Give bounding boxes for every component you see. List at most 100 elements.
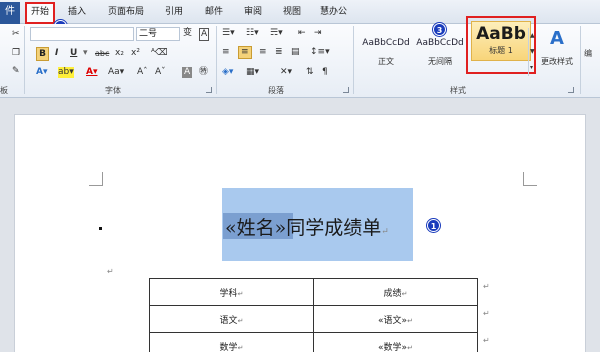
numbering-icon[interactable]: ☷▾ [246, 28, 259, 39]
subscript-button[interactable]: x₂ [115, 48, 124, 59]
grow-font-icon[interactable]: Aˆ [137, 67, 148, 78]
align-left-icon[interactable]: ≡ [222, 47, 230, 58]
underline-button[interactable]: U [70, 48, 77, 59]
show-marks-icon[interactable]: ¶ [322, 67, 328, 78]
style-heading-1[interactable]: AaBb 标题 1 [466, 16, 536, 74]
text-effect-icon[interactable]: A▾ [36, 67, 47, 78]
underline-dropdown-icon[interactable]: ▾ [83, 48, 88, 59]
sort-icon[interactable]: ⇅ [306, 67, 314, 78]
step-badge-3: 3 [433, 23, 446, 36]
table-cell[interactable]: 学科↵ [149, 278, 314, 306]
document-area: «姓名»同学成绩单↵ 1 ↵ 学科↵ 成绩↵ 语文↵ «语文»↵ 数学↵ «数学… [0, 98, 600, 352]
highlight-color-icon[interactable]: ab▾ [58, 67, 74, 78]
shading-icon[interactable]: ◈▾ [222, 67, 233, 78]
styles-group-label: 样式 [450, 86, 466, 95]
tab-huibangong[interactable]: 慧办公 [320, 4, 347, 22]
font-size-dropdown[interactable]: 二号 [136, 27, 180, 41]
crop-mark-left [89, 172, 103, 186]
gallery-down-icon[interactable]: ▼ [530, 46, 535, 57]
tab-mailings[interactable]: 邮件 [205, 4, 223, 22]
table-cell[interactable]: 语文↵ [149, 305, 314, 333]
strikethrough-button[interactable]: abc [95, 48, 109, 59]
group-separator [353, 26, 354, 94]
char-shading-icon[interactable]: A [182, 67, 193, 78]
line-spacing-icon[interactable]: ↕≡▾ [310, 47, 330, 58]
crop-mark-right [523, 172, 537, 186]
clipboard-group-label: 板 [0, 86, 8, 95]
font-size-value: 二号 [139, 29, 158, 39]
tab-page-layout[interactable]: 页面布局 [108, 4, 144, 22]
change-styles-label: 更改样式 [541, 57, 573, 66]
tab-view[interactable]: 视图 [283, 4, 301, 22]
italic-button[interactable]: I [55, 48, 58, 59]
style-heading-1-sample: AaBb [476, 24, 526, 44]
document-page[interactable]: «姓名»同学成绩单↵ 1 ↵ 学科↵ 成绩↵ 语文↵ «语文»↵ 数学↵ «数学… [14, 114, 586, 352]
row-end-mark: ↵ [483, 336, 490, 345]
style-normal-name: 正文 [378, 57, 394, 66]
group-separator [24, 26, 25, 94]
gallery-more-icon[interactable]: ▾ [530, 62, 533, 73]
group-separator [216, 26, 217, 94]
font-dialog-launcher-icon[interactable] [206, 87, 212, 93]
change-styles-icon: A [550, 28, 564, 49]
distributed-icon[interactable]: ▤ [291, 47, 300, 58]
cut-icon[interactable]: ✂ [12, 29, 20, 40]
style-no-spacing-sample: AaBbCcDd [416, 38, 464, 48]
copy-icon[interactable]: ❐ [12, 48, 20, 59]
styles-dialog-launcher-icon[interactable] [568, 87, 574, 93]
paragraph-mark: ↵ [107, 267, 114, 276]
char-border-icon[interactable]: A [199, 28, 210, 41]
tab-file[interactable]: 件 [0, 2, 20, 24]
shrink-font-icon[interactable]: Aˇ [155, 67, 166, 78]
align-right-icon[interactable]: ≡ [259, 47, 267, 58]
phonetic-guide-icon[interactable]: 变 [183, 28, 192, 39]
style-normal-sample: AaBbCcDd [362, 38, 410, 48]
title-rest: 同学成绩单 [286, 217, 382, 239]
table-cell[interactable]: «语文»↵ [313, 305, 478, 333]
step-badge-1: 1 [427, 219, 440, 232]
edit-group-label[interactable]: 编 [584, 48, 592, 59]
document-title[interactable]: «姓名»同学成绩单↵ [225, 213, 389, 240]
decrease-indent-icon[interactable]: ⇤ [298, 28, 306, 39]
align-center-icon[interactable]: ≡ [238, 46, 252, 59]
style-normal[interactable]: AaBbCcDd 正文 [360, 28, 412, 76]
justify-icon[interactable]: ≣ [275, 47, 283, 58]
increase-indent-icon[interactable]: ⇥ [314, 28, 322, 39]
tab-review[interactable]: 审阅 [244, 4, 262, 22]
styles-gallery-scroll[interactable]: ▲ ▼ ▾ [528, 28, 536, 76]
change-styles-button[interactable]: A 更改样式 [540, 28, 574, 82]
format-painter-icon[interactable]: ✎ [12, 66, 20, 77]
change-case-icon[interactable]: Aa▾ [108, 67, 124, 78]
bold-button[interactable]: B [36, 47, 49, 61]
group-separator [580, 26, 581, 94]
paragraph-mark: ↵ [381, 227, 389, 237]
style-no-spacing-name: 无间隔 [428, 57, 452, 66]
borders-icon[interactable]: ▦▾ [246, 67, 259, 78]
grades-table: 学科↵ 成绩↵ 语文↵ «语文»↵ 数学↵ «数学»↵ [149, 278, 478, 352]
clear-format-icon[interactable]: ᴬ⌫ [151, 48, 168, 59]
chinese-layout-icon[interactable]: ✕▾ [280, 67, 292, 78]
paragraph-dialog-launcher-icon[interactable] [343, 87, 349, 93]
table-row: 语文↵ «语文»↵ [149, 305, 478, 333]
table-cell[interactable]: «数学»↵ [313, 332, 478, 352]
bullets-icon[interactable]: ☰▾ [222, 28, 235, 39]
table-cell[interactable]: 成绩↵ [313, 278, 478, 306]
bullet-dot [99, 227, 102, 230]
row-end-mark: ↵ [483, 282, 490, 291]
tab-insert[interactable]: 插入 [68, 4, 86, 22]
merge-field-name[interactable]: «姓名» [225, 217, 286, 239]
enclose-char-icon[interactable]: ㊕ [199, 67, 208, 78]
paragraph-group-label: 段落 [268, 86, 284, 95]
font-color-icon[interactable]: A▾ [86, 67, 97, 78]
style-heading-1-name: 标题 1 [489, 46, 513, 55]
tab-home[interactable]: 开始 [25, 2, 56, 24]
multilevel-list-icon[interactable]: ☴▾ [270, 28, 283, 39]
table-row: 学科↵ 成绩↵ [149, 278, 478, 306]
table-row: 数学↵ «数学»↵ [149, 332, 478, 352]
tab-references[interactable]: 引用 [165, 4, 183, 22]
style-heading-1-swatch: AaBb 标题 1 [471, 21, 531, 61]
superscript-button[interactable]: x² [131, 48, 140, 59]
gallery-up-icon[interactable]: ▲ [530, 30, 535, 41]
font-name-dropdown[interactable] [30, 27, 134, 41]
table-cell[interactable]: 数学↵ [149, 332, 314, 352]
